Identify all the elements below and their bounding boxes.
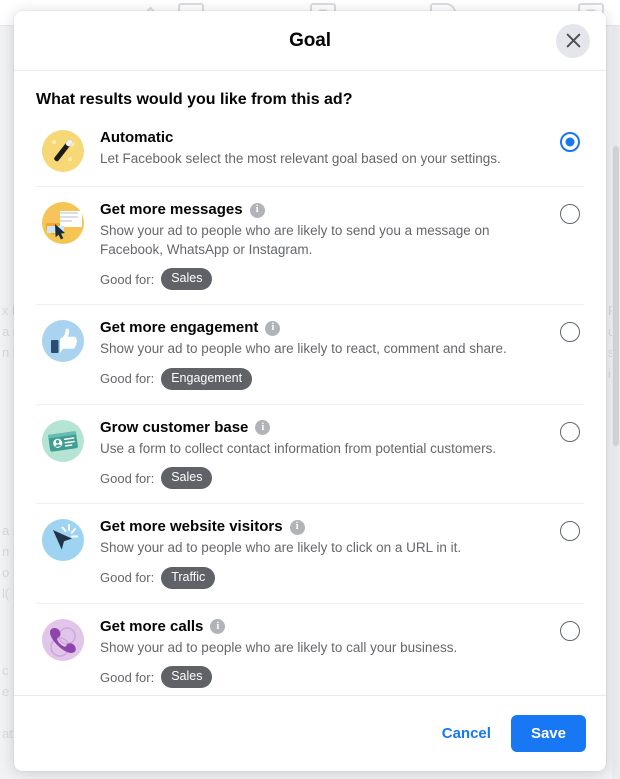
option-description: Use a form to collect contact informatio… bbox=[100, 440, 497, 456]
good-for-line: Good for: Sales bbox=[100, 467, 550, 489]
option-description: Show your ad to people who are likely to… bbox=[100, 223, 490, 257]
background-scrollbar-track[interactable] bbox=[612, 26, 620, 779]
close-button[interactable] bbox=[556, 23, 590, 58]
option-title-line: Get more messages i bbox=[100, 200, 550, 220]
radio-website-visitors[interactable] bbox=[560, 521, 580, 541]
option-title-line: Get more engagement i bbox=[100, 318, 550, 338]
good-for-badge: Engagement bbox=[161, 367, 253, 390]
option-title-line: Get more calls i bbox=[100, 617, 550, 637]
info-icon[interactable]: i bbox=[255, 420, 271, 435]
option-title: Get more website visitors bbox=[100, 518, 283, 535]
option-title-line: Get more website visitors i bbox=[100, 517, 550, 537]
option-row-calls[interactable]: Get more calls i Show your ad to people … bbox=[36, 604, 584, 696]
option-title-line: Grow customer base i bbox=[100, 418, 550, 438]
option-row-website-visitors[interactable]: Get more website visitors i Show your ad… bbox=[36, 504, 584, 604]
radio-engagement[interactable] bbox=[560, 322, 580, 342]
good-for-line: Good for: Sales bbox=[100, 666, 550, 688]
info-icon[interactable]: i bbox=[289, 519, 305, 535]
good-for-line: Good for: Engagement bbox=[100, 367, 550, 390]
magic-wand-icon bbox=[42, 130, 84, 172]
close-icon bbox=[565, 32, 582, 49]
option-row-engagement[interactable]: Get more engagement i Show your ad to pe… bbox=[36, 305, 584, 405]
radio-customer-base[interactable] bbox=[560, 421, 580, 442]
good-for-badge: Traffic bbox=[161, 566, 216, 589]
option-title: Grow customer base bbox=[100, 418, 249, 436]
option-content-engagement: Get more engagement i Show your ad to pe… bbox=[100, 318, 560, 390]
good-for-label: Good for: bbox=[100, 570, 155, 585]
option-title-line: Automatic bbox=[100, 128, 550, 148]
radio-calls[interactable] bbox=[560, 620, 580, 641]
good-for-badge: Sales bbox=[161, 666, 213, 688]
option-description: Show your ad to people who are likely to… bbox=[100, 639, 458, 655]
dialog-footer: Cancel Save bbox=[14, 695, 606, 771]
good-for-badge: Sales bbox=[161, 467, 213, 489]
option-title: Get more messages bbox=[100, 201, 243, 218]
option-description: Let Facebook select the most relevant go… bbox=[100, 151, 501, 166]
option-row-automatic[interactable]: Automatic Let Facebook select the most r… bbox=[36, 115, 584, 187]
id-card-icon bbox=[42, 419, 84, 462]
thumbs-up-icon bbox=[42, 320, 84, 362]
option-content-automatic: Automatic Let Facebook select the most r… bbox=[100, 128, 560, 169]
dialog-header: Goal bbox=[14, 11, 606, 71]
section-question: What results would you like from this ad… bbox=[36, 91, 353, 108]
background-text-left-b: a n o l( bbox=[2, 523, 10, 601]
option-title: Automatic bbox=[100, 129, 174, 146]
option-title: Get more engagement bbox=[100, 319, 259, 336]
option-row-customer-base[interactable]: Grow customer base i Use a form to colle… bbox=[36, 405, 584, 504]
cursor-click-icon bbox=[42, 519, 84, 561]
option-description: Show your ad to people who are likely to… bbox=[100, 540, 462, 555]
option-content-calls: Get more calls i Show your ad to people … bbox=[100, 617, 560, 688]
info-icon[interactable]: i bbox=[210, 619, 226, 634]
page-title: Goal bbox=[289, 29, 331, 51]
radio-messages[interactable] bbox=[560, 204, 580, 224]
background-scrollbar-thumb[interactable] bbox=[613, 146, 619, 446]
envelope-cursor-icon bbox=[42, 202, 84, 244]
good-for-label: Good for: bbox=[100, 271, 155, 287]
good-for-badge: Sales bbox=[161, 268, 213, 290]
good-for-line: Good for: Sales bbox=[100, 268, 550, 290]
save-button[interactable]: Save bbox=[510, 715, 586, 752]
option-row-messages[interactable]: Get more messages i Show your ad to peop… bbox=[36, 187, 584, 305]
option-content-customer-base: Grow customer base i Use a form to colle… bbox=[100, 418, 560, 489]
phone-handset-icon bbox=[42, 618, 84, 661]
goal-dialog: Goal What results would you like from th… bbox=[14, 11, 606, 771]
good-for-label: Good for: bbox=[100, 470, 155, 486]
option-content-messages: Get more messages i Show your ad to peop… bbox=[100, 200, 560, 290]
info-icon[interactable]: i bbox=[265, 320, 281, 336]
good-for-label: Good for: bbox=[100, 371, 155, 386]
good-for-label: Good for: bbox=[100, 669, 155, 685]
good-for-line: Good for: Traffic bbox=[100, 566, 550, 589]
background-text-left-a: x la rn r bbox=[2, 303, 14, 360]
option-description: Show your ad to people who are likely to… bbox=[100, 341, 507, 356]
option-title: Get more calls bbox=[100, 617, 204, 635]
dialog-body: What results would you like from this ad… bbox=[14, 71, 606, 695]
background-text-left-c: c e at bbox=[2, 663, 13, 741]
radio-automatic[interactable] bbox=[560, 132, 580, 152]
option-content-website-visitors: Get more website visitors i Show your ad… bbox=[100, 517, 560, 589]
cancel-button[interactable]: Cancel bbox=[428, 716, 505, 751]
info-icon[interactable]: i bbox=[249, 202, 265, 218]
